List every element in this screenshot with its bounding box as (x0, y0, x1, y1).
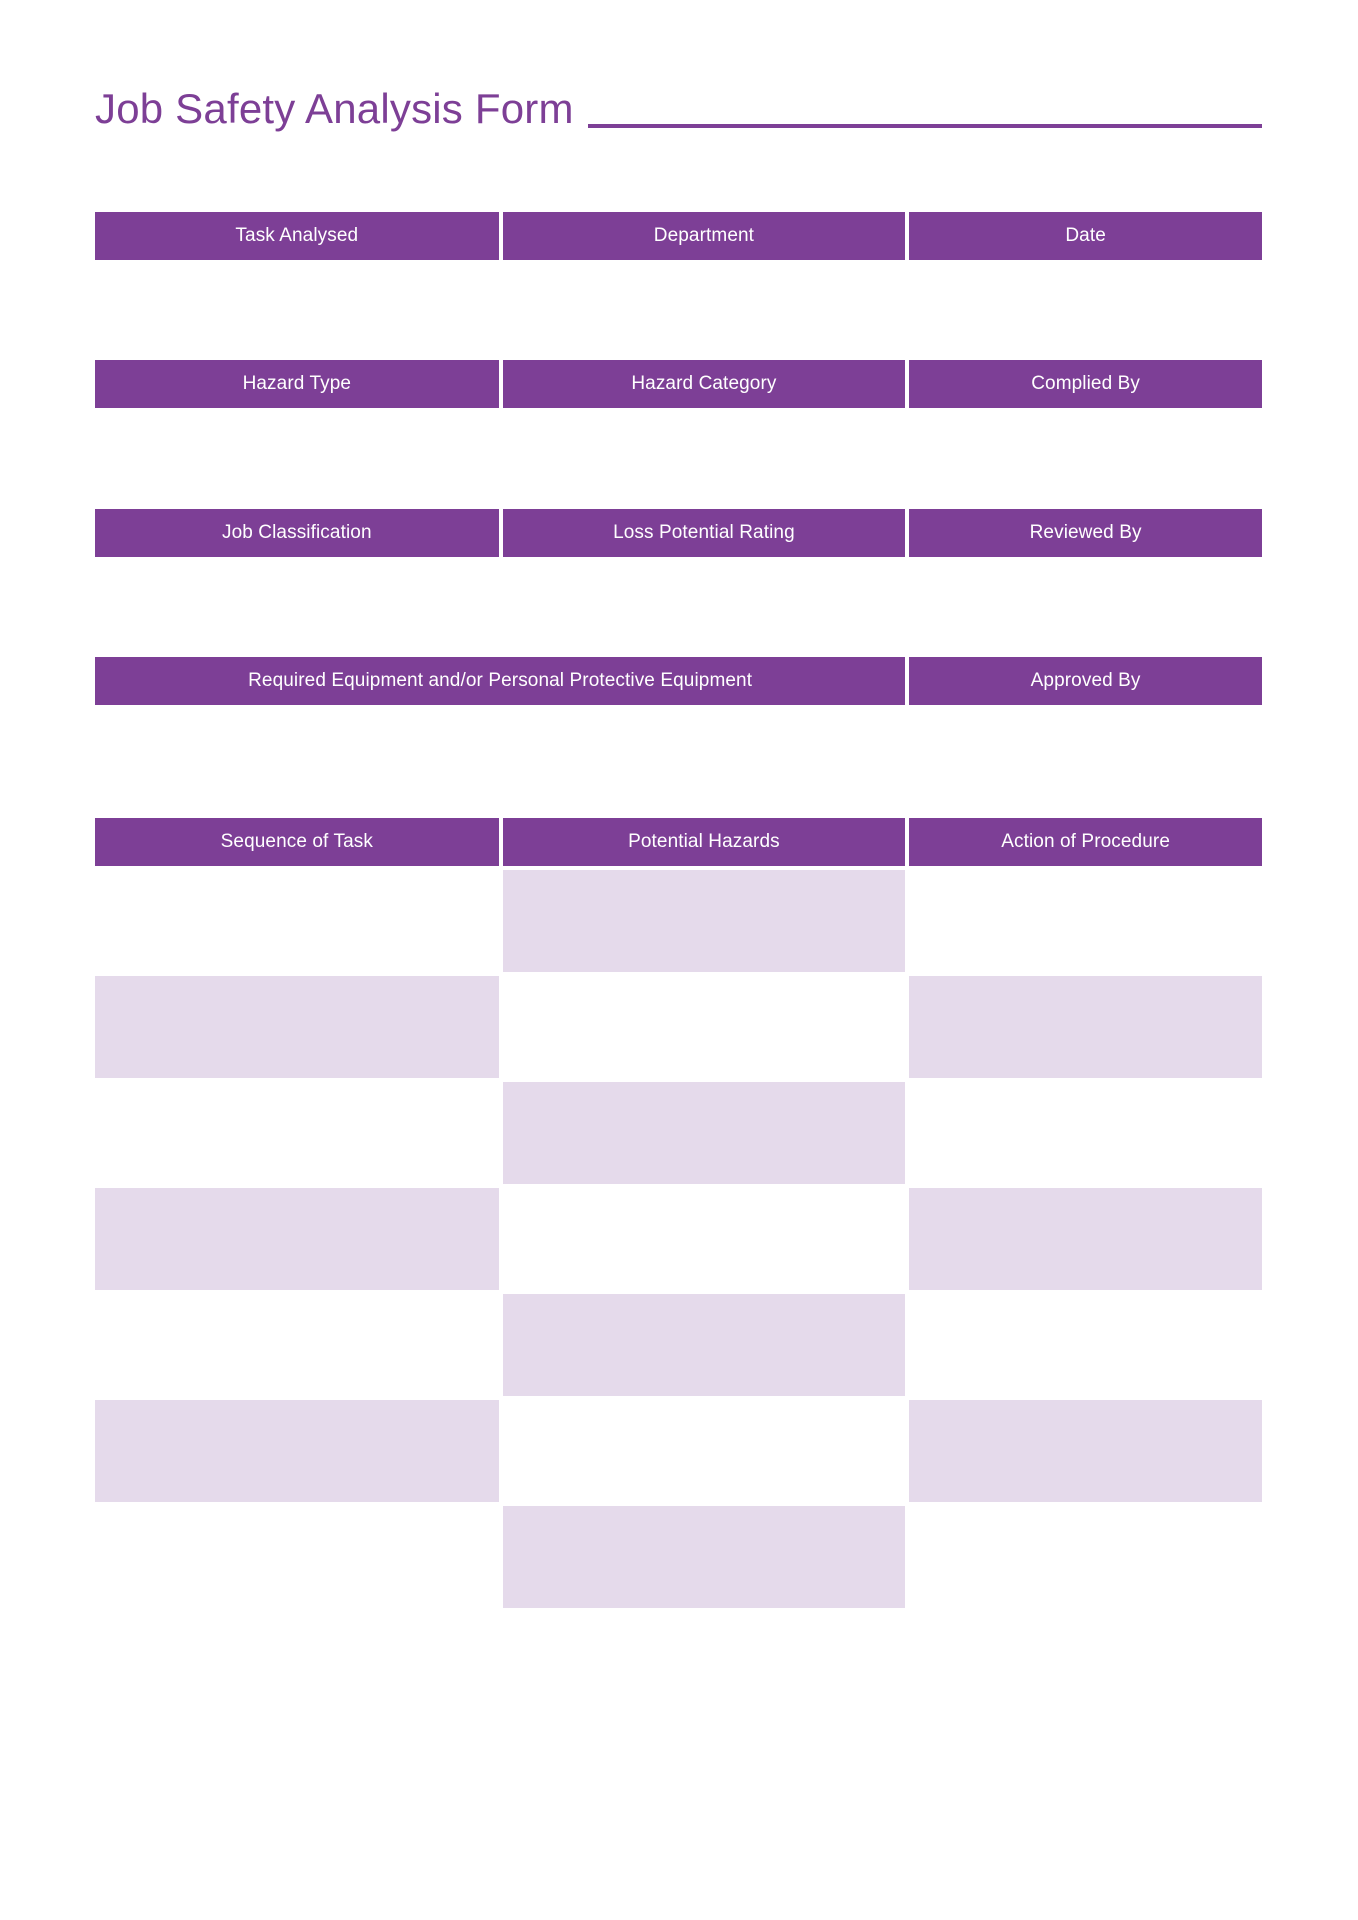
field-label-department[interactable]: Department (502, 212, 906, 260)
form-page: Job Safety Analysis Form Task Analysed D… (0, 0, 1358, 1920)
cell-action-of-procedure[interactable] (909, 870, 1262, 972)
field-label-required-equipment[interactable]: Required Equipment and/or Personal Prote… (95, 657, 906, 705)
field-label-reviewed-by[interactable]: Reviewed By (909, 509, 1262, 557)
cell-potential-hazards[interactable] (502, 976, 906, 1078)
field-label-loss-potential-rating[interactable]: Loss Potential Rating (502, 509, 906, 557)
task-table-body (95, 870, 1262, 1608)
page-title-row: Job Safety Analysis Form (95, 72, 1262, 134)
table-row (95, 1082, 1262, 1184)
cell-action-of-procedure[interactable] (909, 1400, 1262, 1502)
field-row-task: Task Analysed Department Date (95, 212, 1262, 260)
cell-potential-hazards[interactable] (502, 1082, 906, 1184)
table-row (95, 870, 1262, 972)
cell-sequence-of-task[interactable] (95, 870, 499, 972)
task-table-header: Sequence of Task Potential Hazards Actio… (95, 818, 1262, 866)
column-header-sequence-of-task[interactable]: Sequence of Task (95, 818, 499, 866)
field-row-hazard: Hazard Type Hazard Category Complied By (95, 360, 1262, 408)
field-row-classification: Job Classification Loss Potential Rating… (95, 509, 1262, 557)
field-label-date[interactable]: Date (909, 212, 1262, 260)
field-label-task-analysed[interactable]: Task Analysed (95, 212, 499, 260)
table-row (95, 1506, 1262, 1608)
field-label-hazard-type[interactable]: Hazard Type (95, 360, 499, 408)
cell-potential-hazards[interactable] (502, 870, 906, 972)
field-label-job-classification[interactable]: Job Classification (95, 509, 499, 557)
cell-sequence-of-task[interactable] (95, 1294, 499, 1396)
field-label-approved-by[interactable]: Approved By (909, 657, 1262, 705)
cell-sequence-of-task[interactable] (95, 1400, 499, 1502)
table-row (95, 1188, 1262, 1290)
column-header-potential-hazards[interactable]: Potential Hazards (502, 818, 906, 866)
cell-sequence-of-task[interactable] (95, 976, 499, 1078)
table-row (95, 1400, 1262, 1502)
field-label-complied-by[interactable]: Complied By (909, 360, 1262, 408)
table-row (95, 1294, 1262, 1396)
cell-action-of-procedure[interactable] (909, 1506, 1262, 1608)
title-underline-rule (587, 124, 1262, 128)
cell-potential-hazards[interactable] (502, 1188, 906, 1290)
cell-action-of-procedure[interactable] (909, 1082, 1262, 1184)
column-header-action-of-procedure[interactable]: Action of Procedure (909, 818, 1262, 866)
cell-potential-hazards[interactable] (502, 1506, 906, 1608)
field-row-equipment: Required Equipment and/or Personal Prote… (95, 657, 1262, 705)
cell-sequence-of-task[interactable] (95, 1506, 499, 1608)
page-title: Job Safety Analysis Form (95, 85, 574, 132)
cell-potential-hazards[interactable] (502, 1294, 906, 1396)
table-row (95, 976, 1262, 1078)
cell-action-of-procedure[interactable] (909, 1188, 1262, 1290)
cell-action-of-procedure[interactable] (909, 1294, 1262, 1396)
cell-potential-hazards[interactable] (502, 1400, 906, 1502)
cell-sequence-of-task[interactable] (95, 1188, 499, 1290)
field-label-hazard-category[interactable]: Hazard Category (502, 360, 906, 408)
cell-action-of-procedure[interactable] (909, 976, 1262, 1078)
cell-sequence-of-task[interactable] (95, 1082, 499, 1184)
